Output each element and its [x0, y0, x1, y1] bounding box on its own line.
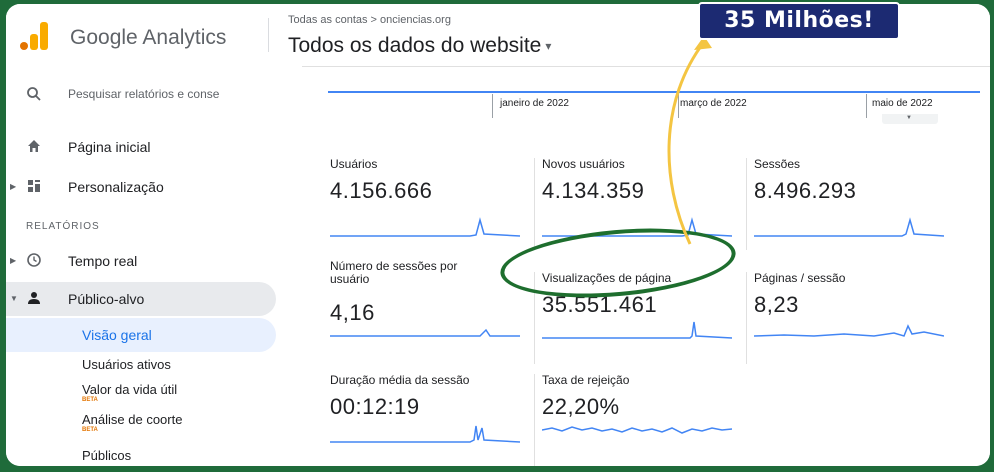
sidebar-item-label: Personalização	[68, 179, 164, 195]
caret-down-icon: ▾	[545, 39, 552, 54]
expand-arrow-icon[interactable]: ▶	[10, 182, 16, 191]
sidebar-subitem-label: Visão geral	[82, 327, 152, 343]
metric-value: 8,23	[754, 292, 799, 317]
metric-card-users[interactable]: Usuários 4.156.666	[330, 158, 532, 256]
metric-value: 4,16	[330, 300, 375, 325]
metric-card-sessions[interactable]: Sessões 8.496.293	[746, 157, 956, 256]
search-placeholder: Pesquisar relatórios e conse	[68, 87, 220, 101]
metric-value: 4.156.666	[330, 178, 433, 203]
card-divider	[746, 272, 747, 364]
sidebar-item-label: Público-alvo	[68, 291, 145, 307]
sidebar-item-label: Tempo real	[68, 253, 138, 269]
metric-label: Taxa de rejeição	[542, 373, 630, 387]
beta-badge: BETA	[82, 427, 98, 433]
metric-label: Novos usuários	[542, 157, 625, 171]
metric-sparkline	[754, 324, 944, 337]
sidebar-item-audience[interactable]: ▼ Público-alvo	[6, 282, 276, 316]
sidebar-item-customization[interactable]: ▶ Personalização	[6, 170, 276, 204]
metric-sparkline	[754, 217, 944, 237]
sidebar-item-realtime[interactable]: ▶ Tempo real	[6, 244, 276, 278]
metric-label: Duração média da sessão	[330, 373, 470, 387]
metric-value: 4.134.359	[542, 178, 645, 203]
metric-value: 8.496.293	[754, 178, 857, 203]
timeline-chart[interactable]	[328, 88, 980, 94]
sidebar-subitem-cohort-analysis[interactable]: Análise de coorte	[82, 412, 182, 427]
metric-sparkline	[330, 425, 520, 443]
metric-label: Número de sessões por usuário	[330, 259, 458, 286]
sidebar-subitem-lifetime-value[interactable]: Valor da vida útil	[82, 382, 177, 397]
metric-value: 22,20%	[542, 394, 620, 419]
search-input[interactable]: Pesquisar relatórios e conse	[6, 78, 276, 112]
sidebar-item-label: Página inicial	[68, 139, 151, 155]
timeline-tick	[678, 94, 679, 118]
breadcrumb[interactable]: Todas as contas > onciencias.org	[288, 14, 451, 26]
sidebar-subitem-overview[interactable]: Visão geral	[6, 318, 276, 352]
card-divider	[534, 374, 535, 466]
timeline-resize-handle[interactable]: ▼	[882, 114, 938, 124]
analytics-window: Google Analytics Todas as contas > oncie…	[6, 4, 990, 466]
metric-label: Páginas / sessão	[754, 271, 846, 285]
handle-arrow-icon: ▼	[906, 115, 912, 121]
card-divider	[534, 158, 535, 250]
metric-label: Sessões	[754, 157, 801, 171]
timeline-tick	[492, 94, 493, 118]
metric-card-bounce-rate[interactable]: Taxa de rejeição 22,20%	[534, 373, 744, 466]
timeline-label: janeiro de 2022	[500, 98, 569, 109]
brand-name[interactable]: Google Analytics	[70, 26, 226, 50]
analytics-logo-icon[interactable]	[20, 22, 50, 50]
metric-sparkline	[330, 217, 520, 237]
account-view-label: Todos os dados do website	[288, 34, 542, 57]
expand-arrow-icon[interactable]: ▶	[10, 256, 16, 265]
person-icon	[26, 290, 42, 306]
timeline-tick	[866, 94, 867, 118]
metric-sparkline	[330, 328, 520, 337]
metric-label: Usuários	[330, 157, 378, 171]
clock-icon	[26, 252, 42, 268]
search-icon	[26, 86, 42, 102]
sidebar: Pesquisar relatórios e conse Página inic…	[6, 66, 288, 466]
home-icon	[26, 138, 42, 154]
dashboard-icon	[26, 178, 42, 194]
annotation-badge: 35 Milhões!	[698, 2, 900, 40]
metric-sparkline	[542, 426, 732, 434]
metric-sparkline	[542, 321, 732, 339]
reports-section-title: RELATÓRIOS	[26, 221, 100, 232]
collapse-arrow-icon[interactable]: ▼	[10, 294, 18, 303]
header-divider	[268, 18, 269, 52]
metric-card-avg-session-duration[interactable]: Duração média da sessão 00:12:19	[330, 374, 532, 466]
metric-card-pages-per-session[interactable]: Páginas / sessão 8,23	[746, 271, 956, 370]
sidebar-subitem-audiences[interactable]: Públicos	[82, 448, 131, 463]
sidebar-item-home[interactable]: Página inicial	[6, 130, 276, 164]
timeline-label: maio de 2022	[872, 98, 933, 109]
card-divider	[746, 158, 747, 250]
timeline-series-line	[328, 91, 980, 93]
timeline-label: março de 2022	[680, 98, 747, 109]
beta-badge: BETA	[82, 397, 98, 403]
sidebar-subitem-active-users[interactable]: Usuários ativos	[82, 357, 171, 372]
account-view-selector[interactable]: Todos os dados do website ▾	[288, 34, 551, 58]
top-border	[302, 66, 990, 67]
metric-value: 00:12:19	[330, 394, 420, 419]
